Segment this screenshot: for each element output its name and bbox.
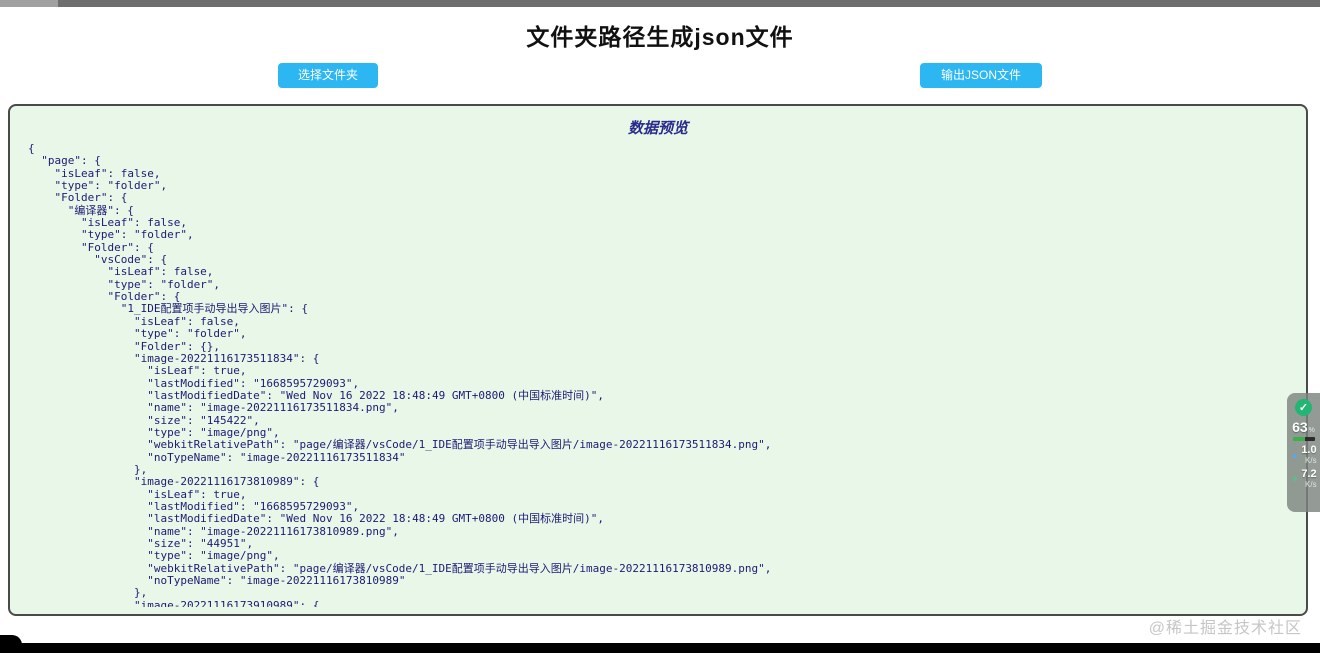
data-preview-panel: 数据预览 { "page": { "isLeaf": false, "type"… — [8, 104, 1308, 616]
juejin-watermark: @稀土掘金技术社区 — [1149, 614, 1302, 638]
download-speed-unit: K/s — [1305, 481, 1317, 489]
perf-score: 63 % — [1292, 419, 1315, 435]
page-title: 文件夹路径生成json文件 — [0, 18, 1320, 52]
upload-speed-unit: K/s — [1305, 457, 1317, 465]
screen-top-bar-highlight — [0, 0, 58, 7]
json-preview-content[interactable]: { "page": { "isLeaf": false, "type": "fo… — [28, 143, 1300, 607]
net-monitor-widget[interactable]: ✓ 63 % ▲ 1.0 K/s ▼ 7.2 K/s — [1287, 393, 1320, 512]
perf-score-unit: % — [1309, 427, 1315, 434]
screen-bottom-bar — [0, 643, 1320, 653]
data-preview-heading: 数据预览 — [10, 106, 1306, 138]
screen-top-bar — [0, 0, 1320, 7]
output-json-button[interactable]: 输出JSON文件 — [920, 63, 1042, 88]
upload-speed-value: 1.0 — [1301, 445, 1316, 456]
select-folder-button[interactable]: 选择文件夹 — [278, 63, 378, 88]
shield-check-icon: ✓ — [1295, 399, 1312, 416]
upload-speed-row: ▲ 1.0 K/s — [1290, 445, 1316, 465]
perf-score-value: 63 — [1292, 419, 1308, 435]
download-arrow-icon: ▼ — [1290, 475, 1299, 484]
perf-meter-bar — [1293, 437, 1315, 441]
download-speed-value: 7.2 — [1301, 469, 1316, 480]
upload-arrow-icon: ▲ — [1290, 451, 1299, 460]
download-speed-row: ▼ 7.2 K/s — [1290, 469, 1316, 489]
